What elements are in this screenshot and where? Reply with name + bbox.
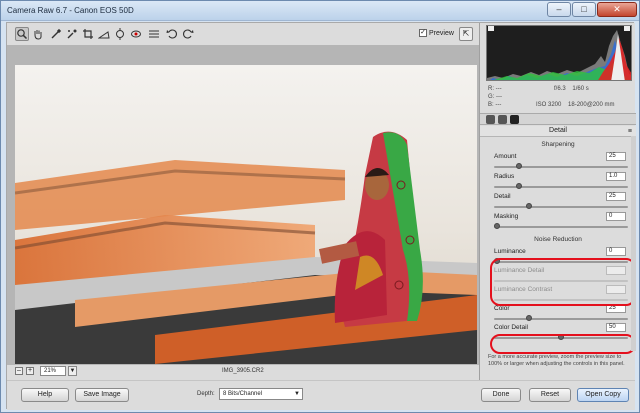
preview-label: Preview	[429, 29, 454, 37]
white-balance-icon[interactable]	[49, 27, 63, 41]
chevron-down-icon[interactable]: ▼	[68, 366, 77, 376]
histogram-graph	[487, 26, 631, 80]
straighten-icon[interactable]	[97, 27, 111, 41]
tone-curve-tab-icon[interactable]	[498, 115, 507, 124]
slider-value-field[interactable]: 50	[606, 323, 626, 332]
depth-select[interactable]: 8 Bits/Channel ▼	[219, 388, 303, 400]
panel-tabs	[480, 113, 636, 125]
detail-tab-icon[interactable]	[510, 115, 519, 124]
help-button[interactable]: Help	[21, 388, 69, 402]
right-panel: R: --- G: --- B: --- f/6.3 1/60 s ISO 32…	[479, 23, 636, 380]
zoom-level-field[interactable]: 21%	[40, 366, 66, 376]
done-button[interactable]: Done	[481, 388, 521, 402]
slider-label: Masking	[494, 213, 519, 220]
preview-toggle[interactable]: ✓ Preview	[419, 29, 454, 37]
slider-value-field[interactable]: 25	[606, 152, 626, 161]
window-title: Camera Raw 6.7 - Canon EOS 50D	[7, 6, 134, 15]
slider-detail[interactable]: Detail 25	[494, 192, 628, 213]
depth-label: Depth:	[197, 391, 215, 397]
histogram	[486, 25, 632, 81]
lens: 18-200@200 mm	[568, 102, 615, 108]
annotation-circle	[490, 334, 636, 354]
aperture: f/6.3	[554, 86, 566, 92]
filename-label: IMG_3905.CR2	[222, 368, 264, 374]
open-copy-button[interactable]: Open Copy	[577, 388, 629, 402]
zoom-out-button[interactable]: –	[15, 367, 23, 375]
panel-scrollbar[interactable]	[631, 136, 636, 351]
zoom-icon[interactable]	[15, 27, 29, 41]
b-value: ---	[495, 102, 502, 108]
fullscreen-icon[interactable]: ⇱	[459, 27, 473, 41]
pixel-readout: R: --- G: --- B: --- f/6.3 1/60 s ISO 32…	[488, 85, 632, 113]
panel-menu-icon[interactable]: ≡	[628, 128, 632, 135]
slider-value-field[interactable]: 0	[606, 247, 626, 256]
slider-radius[interactable]: Radius 1.0	[494, 172, 628, 193]
b-label: B:	[488, 102, 494, 108]
annotation-circle	[490, 258, 636, 306]
color-sampler-icon[interactable]	[65, 27, 79, 41]
g-label: G:	[488, 94, 495, 100]
crop-icon[interactable]	[81, 27, 95, 41]
tool-bar: ✓ Preview ⇱	[7, 23, 477, 45]
highlight-clipping-icon[interactable]	[624, 26, 630, 31]
slider-track[interactable]	[494, 186, 628, 188]
rotate-right-icon[interactable]	[181, 27, 195, 41]
slider-handle[interactable]	[515, 163, 522, 169]
basic-tab-icon[interactable]	[486, 115, 495, 124]
slider-value-field[interactable]: 1.0	[606, 172, 626, 181]
slider-label: Color Detail	[494, 324, 528, 331]
slider-label: Detail	[494, 193, 511, 200]
zoom-in-button[interactable]: +	[26, 367, 34, 375]
slider-label: Color	[494, 305, 510, 312]
r-label: R:	[488, 86, 494, 92]
preview-checkbox[interactable]: ✓	[419, 29, 427, 37]
hand-icon[interactable]	[31, 27, 45, 41]
slider-color[interactable]: Color 25	[494, 304, 628, 325]
panel-title: Detail	[480, 126, 636, 137]
preferences-icon[interactable]	[147, 27, 161, 41]
slider-track[interactable]	[494, 166, 628, 168]
slider-value-field[interactable]: 25	[606, 192, 626, 201]
chevron-down-icon: ▼	[294, 391, 300, 397]
preview-note: For a more accurate preview, zoom the pr…	[488, 354, 625, 367]
noise-reduction-heading: Noise Reduction	[534, 236, 582, 243]
red-eye-icon[interactable]	[129, 27, 143, 41]
minimize-button[interactable]: –	[547, 2, 571, 17]
status-bar: – + 21% ▼ IMG_3905.CR2	[7, 365, 479, 379]
g-value: ---	[496, 94, 503, 100]
camera-raw-window: Camera Raw 6.7 - Canon EOS 50D – □ ✕ ✓ P…	[0, 0, 640, 413]
rotate-left-icon[interactable]	[165, 27, 179, 41]
slider-track[interactable]	[494, 226, 628, 228]
r-value: ---	[495, 86, 502, 92]
slider-value-field[interactable]: 0	[606, 212, 626, 221]
rgb-readout: R: --- G: --- B: ---	[488, 85, 502, 109]
slider-handle[interactable]	[526, 203, 532, 209]
window-controls: – □ ✕	[547, 2, 637, 17]
preview-image	[15, 65, 477, 364]
slider-handle[interactable]	[526, 315, 532, 321]
bottom-bar: Help Save Image Depth: 8 Bits/Channel ▼ …	[7, 380, 635, 410]
exif-info: f/6.3 1/60 s ISO 3200 18-200@200 mm	[536, 85, 614, 109]
shadow-clipping-icon[interactable]	[488, 26, 494, 31]
reset-button[interactable]: Reset	[529, 388, 571, 402]
slider-track[interactable]	[494, 206, 628, 208]
slider-handle[interactable]	[515, 183, 522, 189]
title-bar: Camera Raw 6.7 - Canon EOS 50D – □ ✕	[1, 1, 639, 21]
maximize-button[interactable]: □	[572, 2, 596, 17]
slider-handle[interactable]	[494, 223, 500, 229]
sharpening-heading: Sharpening	[541, 141, 575, 148]
shutter-speed: 1/60 s	[572, 86, 589, 92]
slider-label: Radius	[494, 173, 515, 180]
slider-track[interactable]	[494, 318, 628, 320]
camera-raw-app: ✓ Preview ⇱ – + 21% ▼ IMG_3905.CR2 R: --…	[6, 22, 636, 410]
spot-removal-icon[interactable]	[113, 27, 127, 41]
slider-label: Amount	[494, 153, 517, 160]
depth-value: 8 Bits/Channel	[223, 391, 263, 397]
slider-masking[interactable]: Masking 0	[494, 212, 628, 233]
save-image-button[interactable]: Save Image	[75, 388, 129, 402]
slider-label: Luminance	[494, 248, 526, 255]
iso: ISO 3200	[536, 102, 562, 108]
close-button[interactable]: ✕	[597, 2, 637, 17]
slider-amount[interactable]: Amount 25	[494, 152, 628, 173]
